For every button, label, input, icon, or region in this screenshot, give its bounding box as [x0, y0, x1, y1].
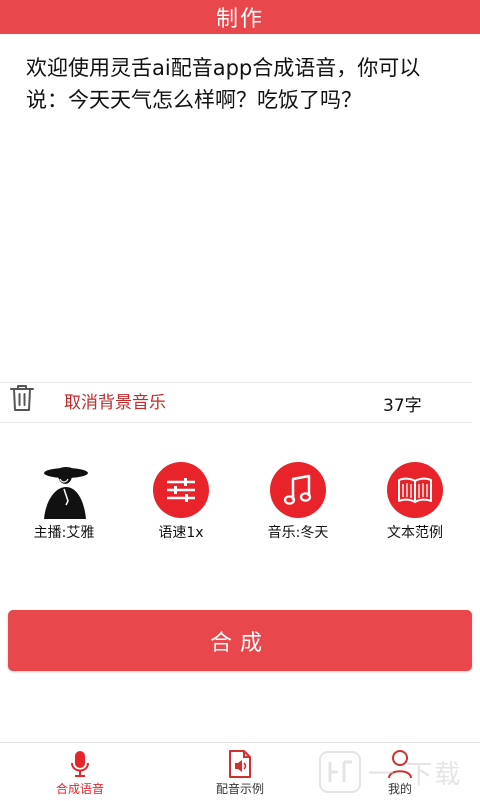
tab-dubbing-examples[interactable]: 配音示例 — [190, 749, 290, 797]
option-text-examples-label: 文本范例 — [387, 525, 443, 541]
tab-synthesize[interactable]: 合成语音 — [30, 749, 130, 797]
option-music-label: 音乐:冬天 — [267, 525, 329, 541]
option-anchor-label: 主播:艾雅 — [33, 525, 95, 541]
watermark-icon — [319, 751, 361, 793]
watermark-logo: 一 下载 — [318, 746, 478, 798]
header-bar: 制作 — [0, 0, 480, 34]
options-row: 主播:艾雅 语速1x 音乐:冬天 文本范例 — [0, 462, 480, 552]
book-icon — [387, 462, 443, 518]
trash-icon[interactable] — [8, 383, 36, 413]
music-note-icon — [270, 462, 326, 518]
tab-synthesize-label: 合成语音 — [55, 782, 104, 796]
cancel-background-music-button[interactable]: 取消背景音乐 — [64, 388, 166, 413]
option-text-examples[interactable]: 文本范例 — [367, 462, 463, 542]
microphone-icon — [30, 749, 130, 779]
option-anchor[interactable]: 主播:艾雅 — [16, 462, 112, 542]
divider-bottom — [0, 422, 472, 423]
text-editor[interactable]: 欢迎使用灵舌ai配音app合成语音，你可以说：今天天气怎么样啊？吃饭了吗？ — [26, 52, 456, 116]
option-music[interactable]: 音乐:冬天 — [250, 462, 346, 542]
anchor-avatar-icon — [36, 462, 92, 519]
watermark-text: 一 下载 — [368, 759, 463, 790]
page-title: 制作 — [215, 7, 264, 32]
tab-dubbing-examples-label: 配音示例 — [215, 782, 264, 796]
sliders-icon — [153, 462, 209, 518]
divider-top — [0, 382, 472, 383]
character-count: 37字 — [383, 396, 422, 416]
synthesize-button[interactable]: 合成 — [8, 610, 472, 671]
option-speed[interactable]: 语速1x — [133, 462, 229, 542]
audio-file-icon — [190, 749, 290, 779]
option-speed-label: 语速1x — [158, 525, 204, 541]
